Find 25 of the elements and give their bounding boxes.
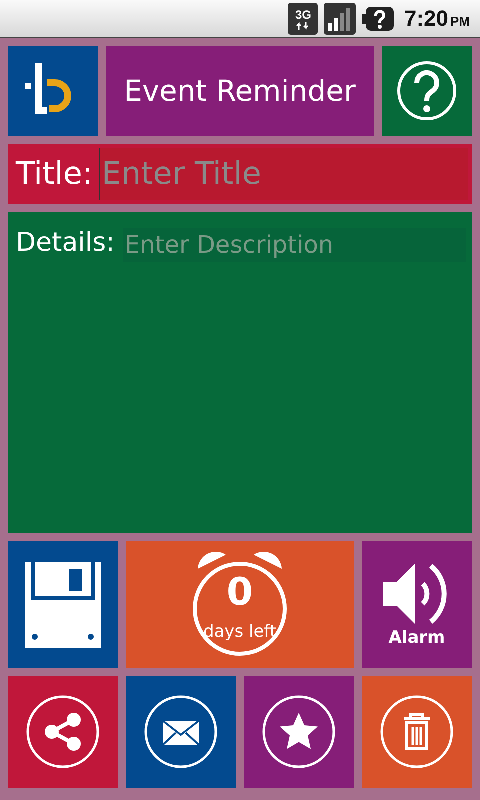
days-count: 0: [226, 572, 254, 612]
delete-button[interactable]: [362, 676, 472, 788]
alarm-button[interactable]: Alarm: [362, 541, 472, 668]
battery-unknown-icon: [362, 6, 394, 30]
signal-icon: [324, 2, 356, 34]
clock-ampm: PM: [450, 14, 470, 28]
app-title: Event Reminder: [106, 46, 374, 136]
share-button[interactable]: [8, 676, 118, 788]
share-icon: [26, 695, 100, 769]
network-indicator: 3G: [288, 2, 318, 34]
days-caption: days left: [203, 622, 277, 642]
details-label: Details:: [16, 228, 115, 258]
details-input[interactable]: Enter Description: [122, 228, 466, 262]
title-label: Title:: [16, 156, 93, 192]
star-button[interactable]: [244, 676, 354, 788]
trash-icon: [380, 695, 454, 769]
mail-button[interactable]: [126, 676, 236, 788]
help-icon: [397, 61, 457, 121]
help-button[interactable]: [382, 46, 472, 136]
countdown-button[interactable]: 0 days left: [126, 541, 354, 668]
mail-icon: [144, 695, 218, 769]
save-button[interactable]: [8, 541, 118, 668]
title-input[interactable]: Enter Title: [98, 148, 468, 200]
app-logo-button[interactable]: [8, 46, 98, 136]
clock-time: 7:20: [404, 6, 448, 32]
